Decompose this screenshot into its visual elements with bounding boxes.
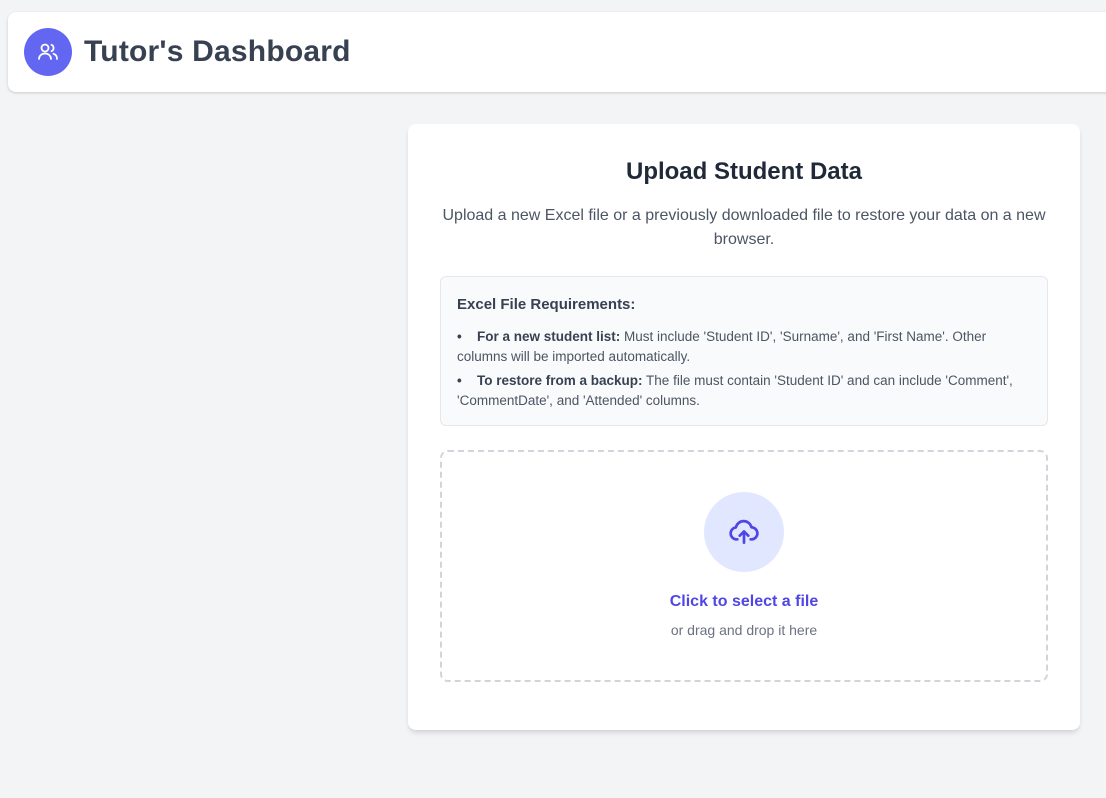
requirement-label: For a new student list: bbox=[477, 329, 621, 344]
requirements-list: • For a new student list: Must include 'S… bbox=[457, 327, 1031, 411]
users-icon bbox=[24, 28, 72, 76]
upload-card: Upload Student Data Upload a new Excel f… bbox=[408, 124, 1080, 730]
requirement-label: To restore from a backup: bbox=[477, 373, 643, 388]
requirement-item-new-list: • For a new student list: Must include 'S… bbox=[457, 327, 1031, 367]
bullet-icon: • bbox=[457, 329, 462, 344]
cloud-upload-icon[interactable] bbox=[704, 492, 784, 572]
requirements-heading: Excel File Requirements: bbox=[457, 296, 636, 313]
upload-title: Upload Student Data bbox=[625, 158, 862, 185]
requirements-box: Excel File Requirements: • For a new stud… bbox=[440, 276, 1048, 426]
upload-description: Upload a new Excel file or a previously … bbox=[442, 207, 1046, 248]
app-title: Tutor's Dashboard bbox=[84, 35, 351, 68]
app-header: Tutor's Dashboard bbox=[8, 12, 1106, 92]
requirement-item-restore: • To restore from a backup: The file must… bbox=[457, 371, 1031, 411]
bullet-icon: • bbox=[457, 373, 462, 388]
drag-drop-hint: or drag and drop it here bbox=[670, 622, 818, 638]
file-dropzone[interactable]: Click to select a file or drag and drop … bbox=[440, 450, 1048, 682]
select-file-link[interactable]: Click to select a file bbox=[442, 590, 1046, 614]
